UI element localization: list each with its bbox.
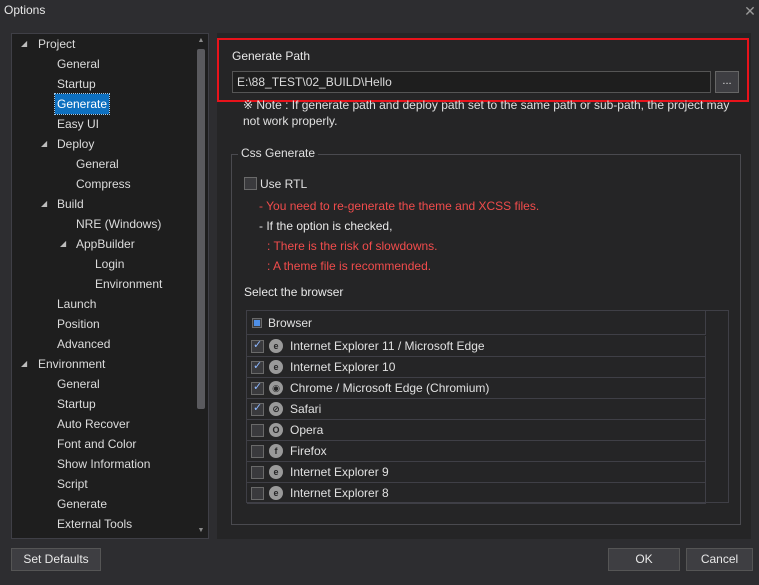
browser-row[interactable]: e Internet Explorer 10	[247, 357, 706, 378]
title-bar: Options ✕	[0, 0, 759, 24]
css-generate-group: Css Generate Use RTL - You need to re-ge…	[231, 146, 741, 525]
checkbox[interactable]	[244, 177, 257, 191]
tree-item-label: NRE (Windows)	[76, 217, 162, 231]
browse-button[interactable]: ...	[715, 71, 739, 93]
cancel-button[interactable]: Cancel	[686, 548, 753, 571]
ok-button[interactable]: OK	[608, 548, 680, 571]
browser-row[interactable]: e Internet Explorer 11 / Microsoft Edge	[247, 336, 706, 357]
tree-item-label: Auto Recover	[57, 417, 130, 431]
generate-path-label: Generate Path	[232, 49, 311, 63]
browser-row[interactable]: e Internet Explorer 8	[247, 483, 706, 504]
tree-item-label: Compress	[76, 177, 131, 191]
tree-item-label: Launch	[57, 297, 97, 311]
tree-item-label: General	[57, 377, 100, 391]
browser-checkbox[interactable]	[251, 424, 264, 437]
use-rtl-checkbox[interactable]: Use RTL	[244, 176, 307, 192]
tree-item-label: Startup	[57, 397, 96, 411]
tree-item-label: Startup	[57, 77, 96, 91]
browser-row[interactable]: ◉ Chrome / Microsoft Edge (Chromium)	[247, 378, 706, 399]
browser-name: Chrome / Microsoft Edge (Chromium)	[290, 381, 490, 395]
rtl-message: - If the option is checked,	[259, 219, 393, 233]
close-icon[interactable]: ✕	[741, 2, 759, 20]
tree-item-label: Advanced	[57, 337, 111, 351]
ie-icon: e	[269, 360, 283, 374]
browser-column-header: Browser	[268, 316, 313, 330]
scroll-thumb[interactable]	[197, 49, 205, 409]
tree-item-label: AppBuilder	[76, 237, 135, 251]
browser-row[interactable]: e Internet Explorer 9	[247, 462, 706, 483]
browser-checkbox[interactable]	[251, 380, 264, 395]
browser-name: Internet Explorer 9	[290, 465, 389, 479]
rtl-message: - You need to re-generate the theme and …	[259, 199, 540, 213]
tree-scrollbar[interactable]: ▲ ▼	[195, 35, 207, 537]
ie-icon: e	[269, 339, 283, 353]
browser-checkbox[interactable]	[251, 401, 264, 416]
browser-name: Internet Explorer 8	[290, 486, 389, 500]
tree-item-label: External Tools	[57, 517, 133, 531]
tree-item-label: Login	[95, 257, 125, 271]
browser-row[interactable]: ⊘ Safari	[247, 399, 706, 420]
tree-item-label: General	[76, 157, 119, 171]
tree-item-label: Environment	[38, 357, 106, 371]
css-generate-title: Css Generate	[238, 146, 319, 160]
rtl-message: : A theme file is recommended.	[267, 259, 432, 273]
tree-item-label: Environment	[95, 277, 163, 291]
tree-item-label: Generate	[53, 93, 111, 115]
set-defaults-button[interactable]: Set Defaults	[11, 548, 101, 571]
select-browser-label: Select the browser	[244, 285, 344, 299]
scroll-up-icon[interactable]: ▲	[195, 35, 207, 47]
tree-item-label: General	[57, 57, 100, 71]
tree-item-label: Easy UI	[57, 117, 100, 131]
browser-row[interactable]: O Opera	[247, 420, 706, 441]
tree-item-label: Generate	[57, 497, 108, 511]
settings-panel: Generate Path ... ※ Note : If generate p…	[217, 33, 751, 539]
ie-icon: e	[269, 486, 283, 500]
expand-arrow-icon[interactable]: ◢	[41, 194, 51, 214]
browser-name: Firefox	[290, 444, 327, 458]
options-tree[interactable]: ◢ Project General Startup Generate Easy UI ◢ De…	[11, 33, 209, 539]
tree-item-label: Project	[38, 37, 76, 51]
browser-name: Opera	[290, 423, 324, 437]
expand-arrow-icon[interactable]: ◢	[60, 234, 70, 254]
tree-item-label: Build	[57, 197, 84, 211]
tree-item-label: Font and Color	[57, 437, 137, 451]
generate-path-section: Generate Path ...	[217, 38, 749, 102]
generate-path-input[interactable]	[232, 71, 711, 93]
browser-checkbox[interactable]	[251, 445, 264, 458]
opera-icon: O	[269, 423, 283, 437]
expand-arrow-icon[interactable]: ◢	[21, 354, 31, 374]
safari-icon: ⊘	[269, 402, 283, 416]
expand-arrow-icon[interactable]: ◢	[41, 134, 51, 154]
expand-arrow-icon[interactable]: ◢	[21, 34, 31, 54]
scroll-down-icon[interactable]: ▼	[195, 525, 207, 537]
rtl-message: : There is the risk of slowdowns.	[267, 239, 438, 253]
generate-path-note: ※ Note : If generate path and deploy pat…	[243, 98, 730, 128]
browser-name: Safari	[290, 402, 322, 416]
browser-checkbox[interactable]	[251, 338, 264, 353]
browser-row[interactable]: f Firefox	[247, 441, 706, 462]
browser-checkbox[interactable]	[251, 359, 264, 374]
browser-grid-header[interactable]: Browser	[247, 311, 706, 335]
window-title: Options	[4, 3, 46, 17]
firefox-icon: f	[269, 444, 283, 458]
use-rtl-label: Use RTL	[260, 176, 308, 191]
browser-checkbox[interactable]	[251, 487, 264, 500]
browser-checkbox[interactable]	[251, 466, 264, 479]
chrome-icon: ◉	[269, 381, 283, 395]
ie-icon: e	[269, 465, 283, 479]
browser-name: Internet Explorer 10	[290, 360, 396, 374]
browser-name: Internet Explorer 11 / Microsoft Edge	[290, 339, 485, 353]
browser-grid[interactable]: Browser e Internet Explorer 11 / Microsof…	[246, 310, 729, 504]
tree-item-label: Position	[57, 317, 100, 331]
tree-item-label: Show Information	[57, 457, 151, 471]
select-all-checkbox[interactable]	[252, 318, 262, 328]
tree-item-label: Deploy	[57, 137, 95, 151]
tree-item-label: Script	[57, 477, 88, 491]
